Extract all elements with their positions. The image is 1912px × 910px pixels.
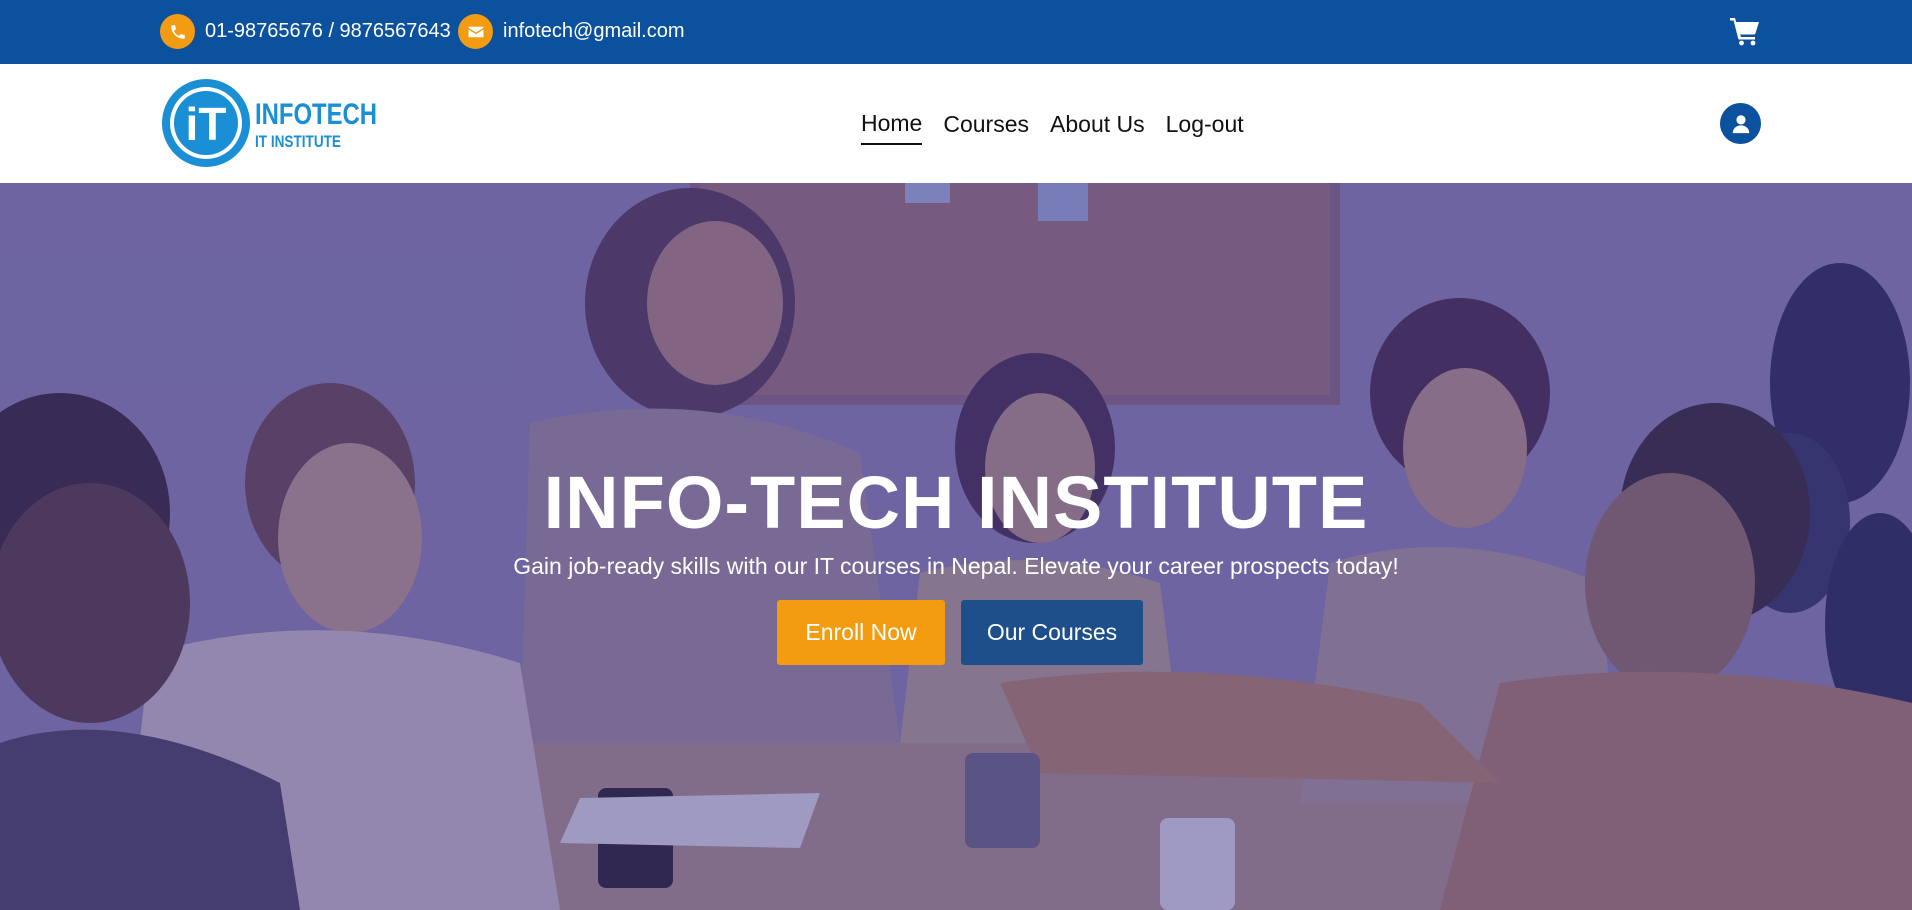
phone-contact: 01-98765676 / 9876567643	[160, 14, 451, 49]
enroll-now-button[interactable]: Enroll Now	[777, 600, 945, 665]
nav-home[interactable]: Home	[861, 110, 923, 145]
institute-logo[interactable]: iT INFOTECH IT INSTITUTE	[161, 78, 381, 170]
our-courses-button[interactable]: Our Courses	[961, 600, 1143, 665]
phone-number: 01-98765676 / 9876567643	[205, 20, 451, 42]
logo-name: INFOTECH	[255, 98, 377, 131]
logo-mark: iT	[186, 98, 227, 150]
user-icon	[1732, 114, 1749, 133]
shopping-cart-icon[interactable]	[1729, 15, 1761, 47]
primary-nav-menu: Home Courses About Us Log-out	[861, 110, 1265, 145]
main-navbar: iT INFOTECH IT INSTITUTE Home Courses Ab…	[0, 64, 1912, 183]
top-contact-bar: 01-98765676 / 9876567643 infotech@gmail.…	[0, 0, 1912, 64]
logo-tagline: IT INSTITUTE	[255, 132, 341, 151]
hero-subtitle: Gain job-ready skills with our IT course…	[513, 553, 1399, 579]
nav-courses[interactable]: Courses	[943, 111, 1029, 144]
email-contact: infotech@gmail.com	[458, 14, 684, 49]
email-address[interactable]: infotech@gmail.com	[503, 20, 684, 43]
hero-section: INFO-TECH INSTITUTE Gain job-ready skill…	[0, 183, 1912, 910]
envelope-icon	[458, 14, 493, 49]
hero-title: INFO-TECH INSTITUTE	[543, 461, 1369, 544]
hero-overlay	[0, 183, 1912, 910]
phone-icon	[160, 14, 195, 49]
nav-log-out[interactable]: Log-out	[1166, 111, 1244, 144]
nav-about-us[interactable]: About Us	[1050, 111, 1145, 144]
user-account-button[interactable]	[1720, 103, 1761, 144]
